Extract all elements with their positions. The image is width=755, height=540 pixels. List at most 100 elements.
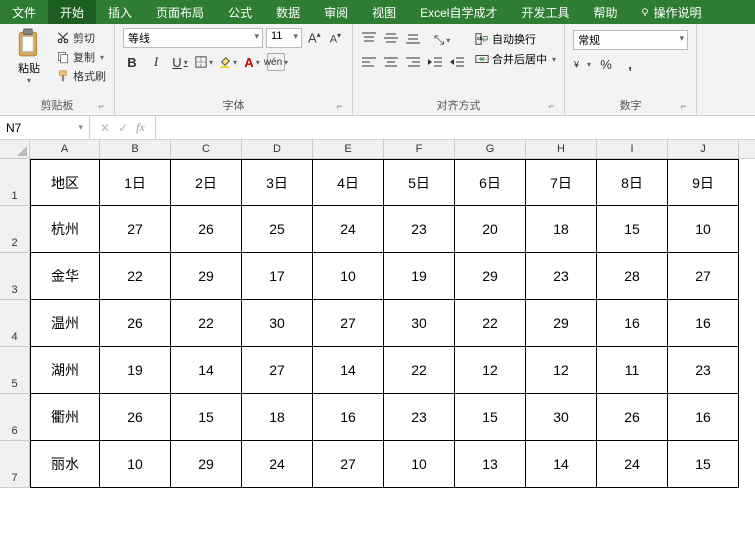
cell[interactable]: 22 bbox=[100, 253, 171, 300]
cell[interactable]: 20 bbox=[455, 206, 526, 253]
cell[interactable]: 28 bbox=[597, 253, 668, 300]
cell[interactable]: 7日 bbox=[526, 159, 597, 206]
cell[interactable]: 12 bbox=[455, 347, 526, 394]
cell[interactable]: 23 bbox=[668, 347, 739, 394]
cell[interactable]: 26 bbox=[100, 394, 171, 441]
cell[interactable]: 10 bbox=[313, 253, 384, 300]
cell[interactable]: 湖州 bbox=[30, 347, 100, 394]
fx-icon[interactable]: fx bbox=[136, 120, 145, 135]
align-bottom-icon[interactable] bbox=[405, 31, 421, 45]
cell[interactable]: 9日 bbox=[668, 159, 739, 206]
cell[interactable]: 丽水 bbox=[30, 441, 100, 488]
cancel-icon[interactable]: ✕ bbox=[100, 121, 110, 135]
merge-center-button[interactable]: 合并后居中▾ bbox=[475, 51, 556, 67]
cell[interactable]: 10 bbox=[668, 206, 739, 253]
tab-帮助[interactable]: 帮助 bbox=[582, 0, 630, 24]
cell[interactable]: 1日 bbox=[100, 159, 171, 206]
bold-button[interactable]: B bbox=[123, 53, 141, 71]
phonetic-button[interactable]: wén bbox=[267, 53, 285, 71]
font-color-button[interactable]: A bbox=[243, 53, 261, 71]
dialog-launcher-icon[interactable]: ⌐ bbox=[99, 101, 104, 111]
cell[interactable]: 14 bbox=[526, 441, 597, 488]
tab-Excel自学成才[interactable]: Excel自学成才 bbox=[408, 0, 509, 24]
accounting-format-button[interactable]: ¥ bbox=[573, 55, 591, 73]
cell[interactable]: 24 bbox=[242, 441, 313, 488]
col-header[interactable]: H bbox=[526, 140, 597, 158]
row-header[interactable]: 1 bbox=[0, 159, 30, 206]
cell[interactable]: 14 bbox=[171, 347, 242, 394]
col-header[interactable]: C bbox=[171, 140, 242, 158]
cell[interactable]: 27 bbox=[242, 347, 313, 394]
percent-button[interactable]: % bbox=[597, 55, 615, 73]
cell[interactable]: 6日 bbox=[455, 159, 526, 206]
cell[interactable]: 22 bbox=[455, 300, 526, 347]
align-middle-icon[interactable] bbox=[383, 31, 399, 45]
cell[interactable]: 27 bbox=[100, 206, 171, 253]
cell[interactable]: 2日 bbox=[171, 159, 242, 206]
number-format-select[interactable]: 常规 bbox=[573, 30, 688, 50]
cell[interactable]: 12 bbox=[526, 347, 597, 394]
tab-插入[interactable]: 插入 bbox=[96, 0, 144, 24]
cell[interactable]: 23 bbox=[526, 253, 597, 300]
cell[interactable]: 5日 bbox=[384, 159, 455, 206]
align-center-icon[interactable] bbox=[383, 55, 399, 69]
cell[interactable]: 8日 bbox=[597, 159, 668, 206]
tab-开始[interactable]: 开始 bbox=[48, 0, 96, 24]
cell[interactable]: 29 bbox=[455, 253, 526, 300]
tab-文件[interactable]: 文件 bbox=[0, 0, 48, 24]
cell[interactable]: 16 bbox=[668, 300, 739, 347]
col-header[interactable]: E bbox=[313, 140, 384, 158]
row-header[interactable]: 3 bbox=[0, 253, 30, 300]
indent-increase-icon[interactable] bbox=[449, 55, 465, 69]
cell[interactable]: 15 bbox=[455, 394, 526, 441]
fill-color-button[interactable] bbox=[219, 53, 237, 71]
tab-开发工具[interactable]: 开发工具 bbox=[509, 0, 581, 24]
format-painter-button[interactable]: 格式刷 bbox=[56, 68, 106, 84]
align-top-icon[interactable] bbox=[361, 31, 377, 45]
cell[interactable]: 24 bbox=[313, 206, 384, 253]
cell[interactable]: 杭州 bbox=[30, 206, 100, 253]
cell[interactable]: 23 bbox=[384, 394, 455, 441]
cell[interactable]: 地区 bbox=[30, 159, 100, 206]
cell[interactable]: 11 bbox=[597, 347, 668, 394]
col-header[interactable]: I bbox=[597, 140, 668, 158]
dialog-launcher-icon[interactable]: ⌐ bbox=[681, 101, 686, 111]
cell[interactable]: 15 bbox=[668, 441, 739, 488]
name-box[interactable]: N7 bbox=[0, 116, 90, 139]
cell[interactable]: 26 bbox=[100, 300, 171, 347]
font-name-select[interactable]: 等线 bbox=[123, 28, 263, 48]
col-header[interactable]: D bbox=[242, 140, 313, 158]
cell[interactable]: 17 bbox=[242, 253, 313, 300]
cell[interactable]: 金华 bbox=[30, 253, 100, 300]
cell[interactable]: 14 bbox=[313, 347, 384, 394]
tab-视图[interactable]: 视图 bbox=[360, 0, 408, 24]
cell[interactable]: 18 bbox=[526, 206, 597, 253]
cell[interactable]: 23 bbox=[384, 206, 455, 253]
tab-数据[interactable]: 数据 bbox=[264, 0, 312, 24]
row-header[interactable]: 5 bbox=[0, 347, 30, 394]
font-size-select[interactable]: 11 bbox=[266, 28, 302, 48]
orientation-button[interactable]: ⤡ bbox=[433, 31, 451, 49]
tell-me[interactable]: 操作说明 bbox=[630, 0, 712, 24]
indent-decrease-icon[interactable] bbox=[427, 55, 443, 69]
cell[interactable]: 15 bbox=[597, 206, 668, 253]
row-header[interactable]: 2 bbox=[0, 206, 30, 253]
cell[interactable]: 22 bbox=[384, 347, 455, 394]
cell[interactable]: 29 bbox=[526, 300, 597, 347]
cell[interactable]: 29 bbox=[171, 253, 242, 300]
tab-审阅[interactable]: 审阅 bbox=[312, 0, 360, 24]
row-header[interactable]: 7 bbox=[0, 441, 30, 488]
copy-button[interactable]: 复制▾ bbox=[56, 49, 106, 65]
cell[interactable]: 27 bbox=[313, 441, 384, 488]
borders-button[interactable] bbox=[195, 53, 213, 71]
paste-button[interactable]: 粘贴 ▾ bbox=[8, 28, 50, 85]
cell[interactable]: 温州 bbox=[30, 300, 100, 347]
row-header[interactable]: 6 bbox=[0, 394, 30, 441]
col-header[interactable]: F bbox=[384, 140, 455, 158]
grow-font-button[interactable]: A▴ bbox=[305, 30, 324, 45]
cell[interactable]: 19 bbox=[384, 253, 455, 300]
col-header[interactable]: J bbox=[668, 140, 739, 158]
cell[interactable]: 22 bbox=[171, 300, 242, 347]
row-header[interactable]: 4 bbox=[0, 300, 30, 347]
cell[interactable]: 15 bbox=[171, 394, 242, 441]
